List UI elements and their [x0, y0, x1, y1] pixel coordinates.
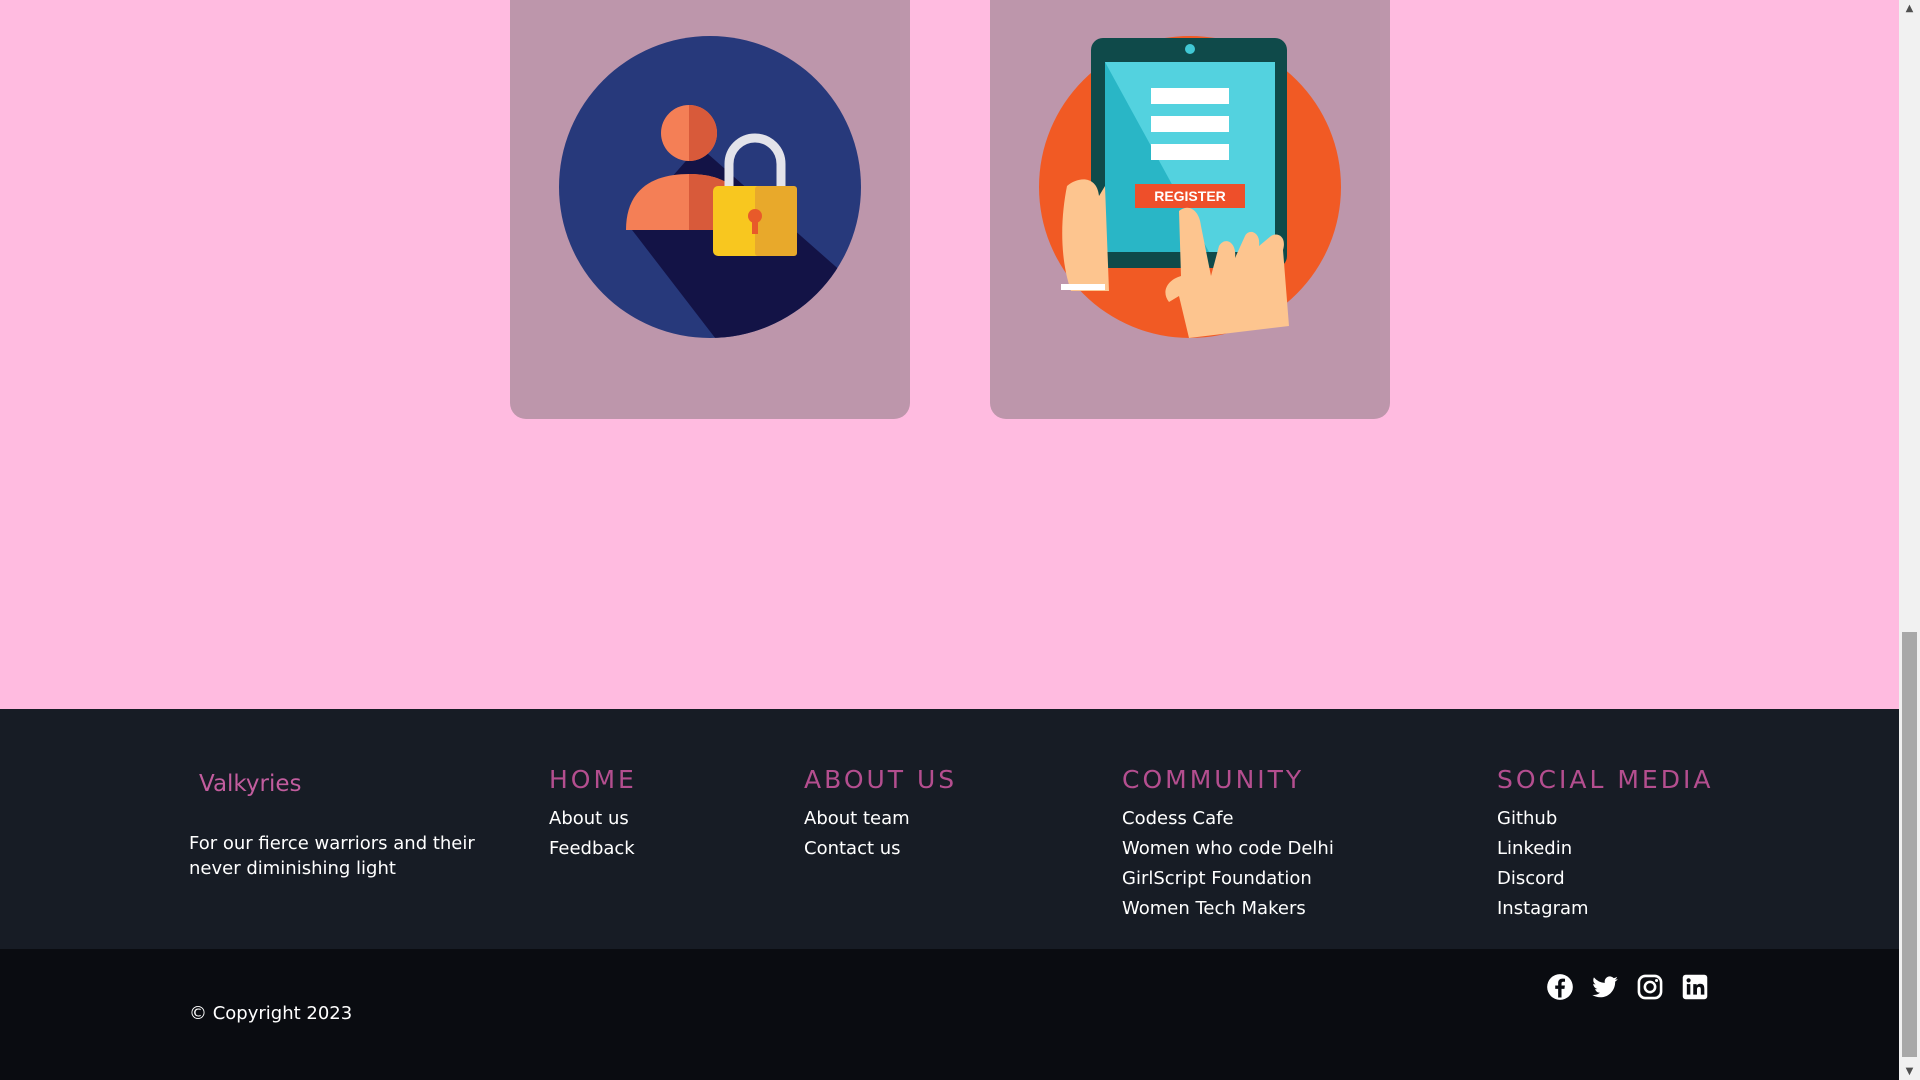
footer-heading-social-media: SOCIAL MEDIA [1497, 765, 1714, 794]
footer-column-community: COMMUNITY Codess Cafe Women who code Del… [1122, 765, 1334, 924]
footer-column-about-us: ABOUT US About team Contact us [804, 765, 957, 864]
site-footer: Valkyries For our fierce warriors and th… [0, 709, 1899, 949]
scroll-up-arrow-icon[interactable]: ▲ [1899, 0, 1920, 17]
footer-bottom-bar: © Copyright 2023 [0, 949, 1899, 1080]
footer-link-codess-cafe[interactable]: Codess Cafe [1122, 804, 1334, 834]
footer-link-about-us[interactable]: About us [549, 804, 637, 834]
vertical-scrollbar[interactable]: ▲ ▼ [1899, 0, 1920, 1080]
footer-link-instagram[interactable]: Instagram [1497, 894, 1713, 924]
linkedin-icon[interactable] [1681, 973, 1709, 1001]
scroll-down-arrow-icon[interactable]: ▼ [1899, 1063, 1920, 1080]
footer-link-github[interactable]: Github [1497, 804, 1713, 834]
facebook-icon[interactable] [1546, 973, 1574, 1001]
footer-heading-about-us: ABOUT US [804, 765, 958, 794]
footer-link-feedback[interactable]: Feedback [549, 834, 637, 864]
instagram-icon[interactable] [1636, 973, 1664, 1001]
register-card[interactable]: REGISTER [990, 0, 1390, 419]
footer-heading-home: HOME [549, 765, 637, 794]
footer-heading-community: COMMUNITY [1122, 765, 1305, 794]
footer-link-girlscript-foundation[interactable]: GirlScript Foundation [1122, 864, 1334, 894]
scrollbar-thumb[interactable] [1902, 632, 1917, 1057]
register-tablet-illustration: REGISTER [1039, 36, 1341, 338]
register-label: REGISTER [1154, 188, 1226, 204]
social-icons [1546, 973, 1709, 1001]
user-lock-illustration [559, 36, 861, 338]
footer-link-about-team[interactable]: About team [804, 804, 957, 834]
page: REGISTER Valkyries For our fierce warrio… [0, 0, 1899, 1080]
copyright-text: © Copyright 2023 [189, 1003, 353, 1024]
footer-link-contact-us[interactable]: Contact us [804, 834, 957, 864]
login-card[interactable] [510, 0, 910, 419]
footer-link-women-who-code-delhi[interactable]: Women who code Delhi [1122, 834, 1334, 864]
twitter-icon[interactable] [1591, 973, 1619, 1001]
footer-link-discord[interactable]: Discord [1497, 864, 1713, 894]
footer-column-social-media: SOCIAL MEDIA Github Linkedin Discord Ins… [1497, 765, 1713, 924]
footer-link-linkedin[interactable]: Linkedin [1497, 834, 1713, 864]
brand-name[interactable]: Valkyries [199, 771, 302, 797]
footer-link-women-tech-makers[interactable]: Women Tech Makers [1122, 894, 1334, 924]
brand-tagline: For our fierce warriors and their never … [189, 833, 475, 879]
hero-section: REGISTER [0, 0, 1899, 709]
footer-column-home: HOME About us Feedback [549, 765, 637, 864]
